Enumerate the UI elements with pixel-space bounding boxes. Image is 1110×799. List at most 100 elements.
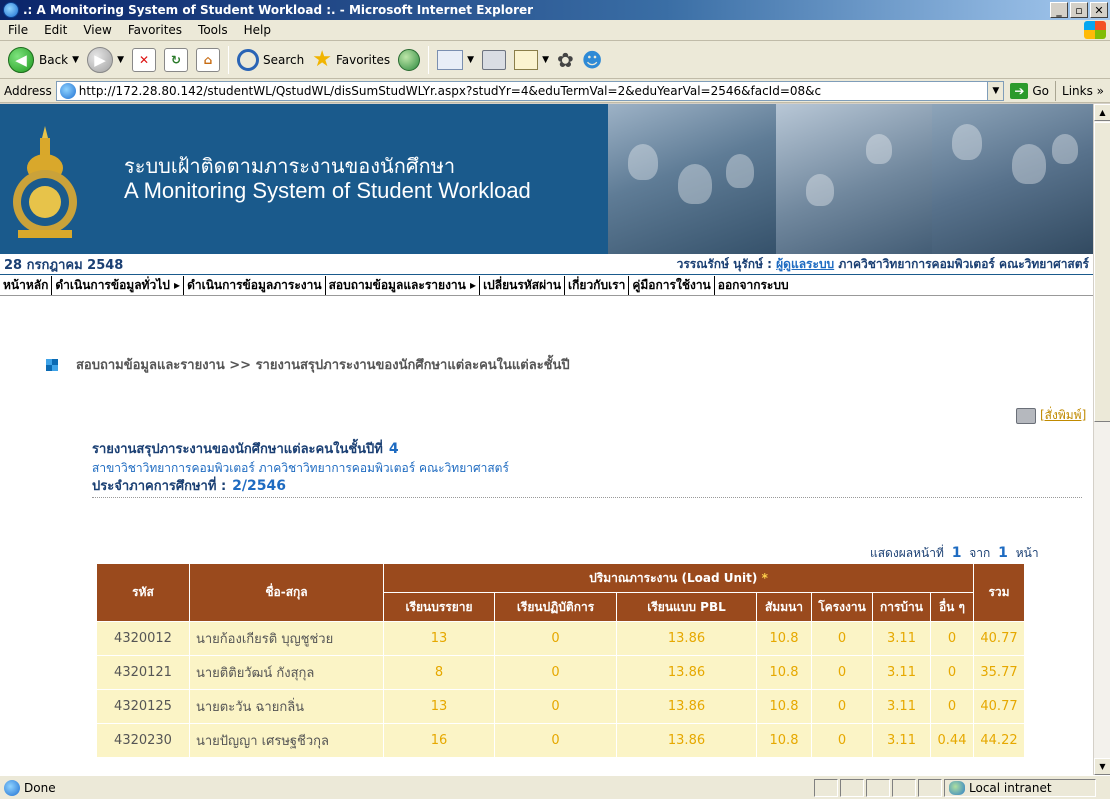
cell-other: 0 [930,689,974,724]
site-banner: ระบบเฝ้าติดตามภาระงานของนักศึกษา A Monit… [0,104,1093,275]
table-row: 4320121 นายติติยวัฒน์ กังสุกุล 8 0 13.86 10.8… [96,655,1025,690]
menu-file[interactable]: File [0,23,36,37]
ie-logo-icon [3,2,19,18]
address-input[interactable]: http://172.28.80.142/studentWL/QstudWL/d… [55,80,1005,101]
cell-lab: 0 [494,689,617,724]
nav-manual[interactable]: คู่มือการใช้งาน [629,276,715,295]
banner-photo-lab [776,104,932,275]
home-icon: ⌂ [195,47,220,72]
links-button[interactable]: Links » [1055,80,1110,101]
main-navigation: หน้าหลัก ดำเนินการข้อมูลทั่วไป ▸ ดำเนินก… [0,276,1093,296]
cell-project: 0 [811,723,873,758]
maximize-button[interactable]: ▫ [1070,2,1088,18]
minimize-button[interactable]: _ [1050,2,1068,18]
toolbar-separator [428,45,430,74]
media-button[interactable] [394,44,424,76]
chevron-down-icon[interactable]: ▼ [542,55,549,65]
go-label: Go [1032,83,1050,98]
nav-logout[interactable]: ออกจากระบบ [715,276,792,295]
cell-pbl: 13.86 [616,689,757,724]
cell-seminar: 10.8 [756,723,812,758]
back-button[interactable]: ◀ Back ▼ [4,44,83,76]
cell-pbl: 13.86 [616,723,757,758]
menu-tools[interactable]: Tools [190,23,236,37]
close-button[interactable]: ✕ [1090,2,1108,18]
report-term-label: ประจำภาคการศึกษาที่ : [92,479,227,494]
windows-logo-icon [1084,21,1106,39]
status-pane [814,778,838,797]
scroll-up-arrow-icon[interactable]: ▲ [1094,104,1110,121]
messenger-button[interactable]: ☻ [578,44,607,76]
print-link[interactable]: [สั่งพิมพ์] [1016,406,1086,425]
zone-label: Local intranet [969,780,1052,795]
home-button[interactable]: ⌂ [192,44,224,76]
report-title: รายงานสรุปภาระงานของนักศึกษาแต่ละคนในชั้… [92,440,509,459]
cell-seminar: 10.8 [756,689,812,724]
print-button[interactable] [478,44,510,76]
go-button[interactable]: ➔ Go [1004,82,1055,99]
nav-workload-data[interactable]: ดำเนินการข้อมูลภาระงาน [184,276,326,295]
chevron-down-icon[interactable]: ▼ [117,55,124,65]
mail-button[interactable]: ▼ [433,44,478,76]
stop-icon: ✕ [131,47,156,72]
status-bar: Done Local intranet [0,775,1110,799]
nav-change-password[interactable]: เปลี่ยนรหัสผ่าน [480,276,566,295]
forward-button[interactable]: ▶ ▼ [83,44,128,76]
nav-about[interactable]: เกี่ยวกับเรา [565,276,630,295]
address-url[interactable]: http://172.28.80.142/studentWL/QstudWL/d… [79,84,988,98]
search-label: Search [262,52,305,67]
cell-homework: 3.11 [872,689,931,724]
user-role-link[interactable]: ผู้ดูแลระบบ [776,257,834,271]
chevron-down-icon[interactable]: ▼ [467,55,474,65]
status-pane [866,778,890,797]
search-icon [236,48,259,71]
window-controls: _ ▫ ✕ [1050,2,1108,18]
status-pane [892,778,916,797]
cell-lab: 0 [494,723,617,758]
search-button[interactable]: Search [233,44,308,76]
cell-student-id: 4320125 [96,689,190,724]
nav-query-reports[interactable]: สอบถามข้อมูลและรายงาน ▸ [326,276,481,295]
address-dropdown-icon[interactable]: ▼ [987,81,1004,100]
current-date: 28 กรกฎาคม 2548 [4,257,124,273]
cell-lab: 0 [494,621,617,656]
total-pages: 1 [998,545,1008,561]
banner-photo-students [608,104,776,275]
scroll-thumb[interactable] [1094,122,1110,422]
required-mark: * [761,570,768,585]
nav-home[interactable]: หน้าหลัก [0,276,53,295]
links-label: Links [1062,83,1093,98]
favorites-label: Favorites [335,52,391,67]
menu-view[interactable]: View [75,23,119,37]
edit-button[interactable]: ▼ [510,44,553,76]
cell-total: 40.77 [973,621,1025,656]
cell-project: 0 [811,621,873,656]
vertical-scrollbar[interactable]: ▲ ▼ [1093,104,1110,775]
stop-button[interactable]: ✕ [128,44,160,76]
favorites-button[interactable]: ★ Favorites [308,44,394,76]
nav-general-data[interactable]: ดำเนินการข้อมูลทั่วไป ▸ [52,276,185,295]
col-header-homework: การบ้าน [872,592,931,622]
table-row: 4320125 นายตะวัน ฉายกลิ่น 13 0 13.86 10.8 0 3.1… [96,689,1025,724]
table-row: 4320230 นายปัญญา เศรษฐชีวกุล 16 0 13.86 10.8 0… [96,723,1025,758]
page-done-icon [4,779,20,796]
msn-button[interactable]: ✿ [553,44,578,76]
menu-favorites[interactable]: Favorites [120,23,190,37]
scroll-down-arrow-icon[interactable]: ▼ [1094,758,1110,775]
menu-help[interactable]: Help [236,23,279,37]
window-title: .: A Monitoring System of Student Worklo… [23,3,534,17]
intranet-globe-icon [949,780,965,795]
print-label[interactable]: [สั่งพิมพ์] [1040,406,1086,425]
user-department: ภาควิชาวิทยาการคอมพิวเตอร์ คณะวิทยาศาสตร… [838,256,1089,271]
menu-edit[interactable]: Edit [36,23,75,37]
banner-photo-classroom [932,104,1093,275]
chevron-down-icon[interactable]: ▼ [72,55,79,65]
refresh-button[interactable]: ↻ [160,44,192,76]
cell-project: 0 [811,689,873,724]
report-year-value: 4 [388,441,399,457]
col-header-project: โครงงาน [811,592,873,622]
cell-student-id: 4320121 [96,655,190,690]
breadcrumb-text: สอบถามข้อมูลและรายงาน >> รายงานสรุปภาระง… [76,358,570,373]
cell-lecture: 13 [383,621,495,656]
banner-title-english: A Monitoring System of Student Workload [124,178,531,203]
